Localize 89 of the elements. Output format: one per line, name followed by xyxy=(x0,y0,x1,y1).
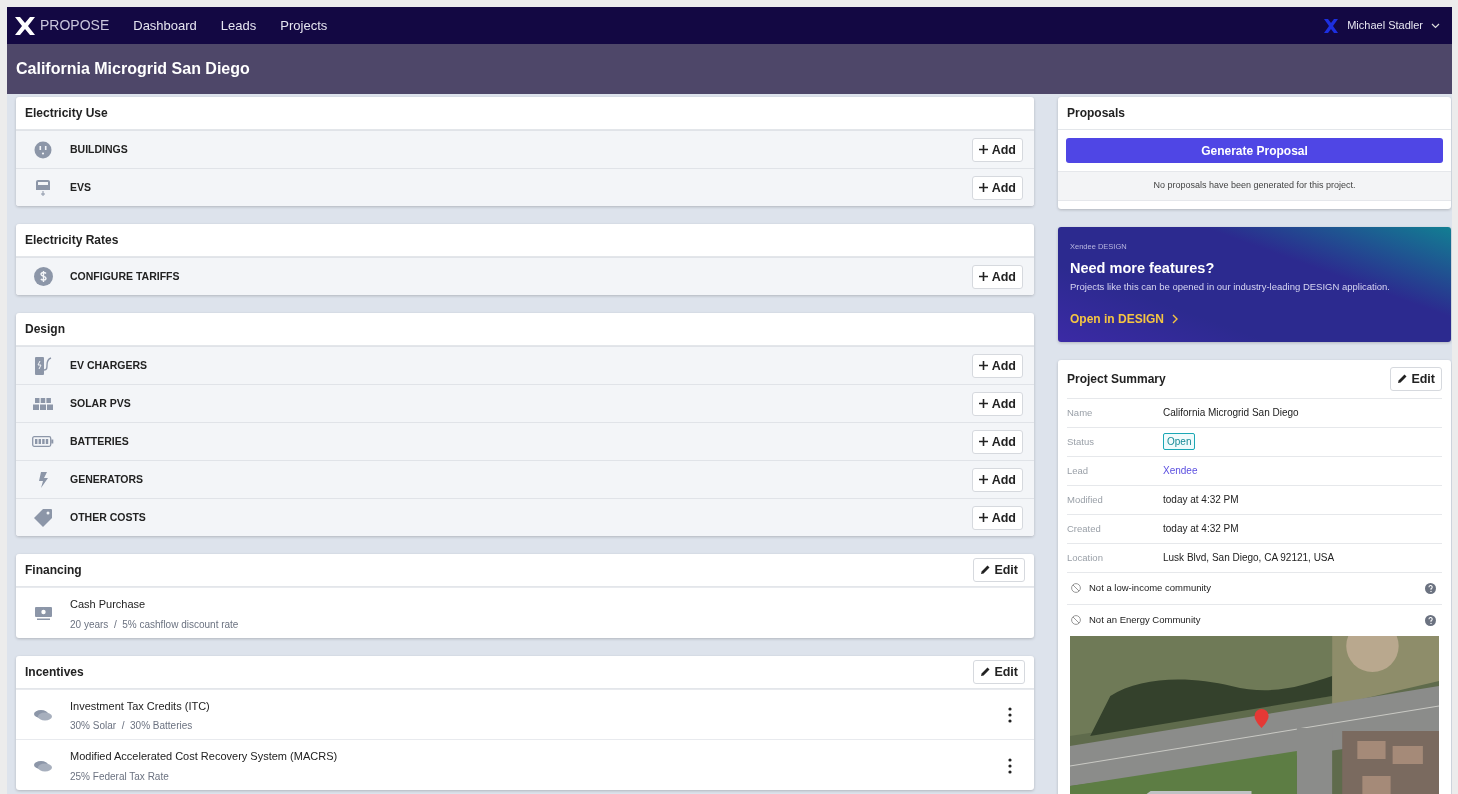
item-title: Modified Accelerated Cost Recovery System (MACRS) xyxy=(70,749,338,764)
add-button[interactable]: Add xyxy=(971,137,1023,162)
more-options-icon[interactable] xyxy=(1008,707,1012,724)
edit-button[interactable]: Edit xyxy=(1390,366,1442,391)
row-label: BUILDINGS xyxy=(70,141,128,157)
caret-icon[interactable] xyxy=(1431,22,1440,29)
add-button[interactable]: Add xyxy=(971,353,1023,378)
row-label: CONFIGURE TARIFFS xyxy=(70,268,180,284)
user-name[interactable]: Michael Stadler xyxy=(1347,17,1423,34)
item-title: Cash Purchase xyxy=(70,597,147,612)
chevron-right-icon xyxy=(1172,313,1178,324)
tag-icon xyxy=(33,507,53,528)
user-avatar-icon xyxy=(1323,17,1340,34)
section-title: Proposals xyxy=(1067,105,1126,122)
add-button[interactable]: Add xyxy=(971,505,1023,530)
add-button[interactable]: Add xyxy=(971,264,1023,289)
page-title: California Microgrid San Diego xyxy=(16,59,250,79)
pencil-icon xyxy=(980,565,991,575)
field-value: today at 4:32 PM xyxy=(1163,522,1239,537)
outlet-icon xyxy=(34,140,52,159)
row-label: BATTERIES xyxy=(70,433,129,449)
field-value: California Microgrid San Diego xyxy=(1163,406,1299,421)
row-label: SOLAR PVS xyxy=(70,395,131,411)
pencil-icon xyxy=(980,666,991,677)
section-title: Electricity Use xyxy=(25,105,108,122)
row-label: OTHER COSTS xyxy=(70,509,146,525)
add-button[interactable]: Add xyxy=(971,391,1023,416)
plus-icon xyxy=(978,145,988,154)
ev-charger-icon xyxy=(34,355,52,376)
ban-icon xyxy=(1071,615,1081,626)
nav-link[interactable]: Dashboard xyxy=(133,15,197,36)
field-label: Modified xyxy=(1067,492,1104,507)
nav-link[interactable]: Leads xyxy=(220,15,257,36)
plus-icon xyxy=(978,272,988,281)
field-label: Status xyxy=(1067,434,1095,449)
field-label: Lead xyxy=(1067,463,1090,478)
field-value: today at 4:32 PM xyxy=(1163,493,1239,508)
field-label: Name xyxy=(1067,405,1094,420)
community-status: Not an Energy Community xyxy=(1089,613,1201,628)
plus-icon xyxy=(978,183,988,192)
help-icon[interactable] xyxy=(1425,614,1436,626)
row-label: EVS xyxy=(70,179,91,195)
plus-icon xyxy=(978,437,988,446)
cash-icon xyxy=(34,606,52,621)
status-badge: Open xyxy=(1163,433,1196,451)
field-label: Created xyxy=(1067,521,1102,536)
add-button[interactable]: Add xyxy=(971,467,1023,492)
section-title: Electricity Rates xyxy=(25,232,119,249)
lightning-bolt-icon xyxy=(38,471,48,488)
plus-icon xyxy=(978,513,988,522)
open-design-link[interactable]: Open in DESIGN xyxy=(1070,309,1178,328)
field-label: Location xyxy=(1067,550,1104,565)
item-subtitle: 25% Federal Tax Rate xyxy=(70,769,170,784)
community-status: Not a low-income community xyxy=(1089,581,1211,596)
edit-button[interactable]: Edit xyxy=(973,558,1025,582)
row-label: EV CHARGERS xyxy=(70,357,147,373)
help-icon[interactable] xyxy=(1425,582,1436,594)
car-icon xyxy=(35,178,51,197)
pencil-icon xyxy=(1397,373,1408,384)
edit-button[interactable]: Edit xyxy=(973,659,1025,684)
promo-title: Need more features? xyxy=(1070,258,1216,278)
nav-link[interactable]: Projects xyxy=(280,15,328,36)
field-value: Lusk Blvd, San Diego, CA 92121, USA xyxy=(1163,551,1335,566)
coins-icon xyxy=(34,709,52,722)
generate-proposal-button[interactable]: Generate Proposal xyxy=(1066,138,1443,163)
add-button[interactable]: Add xyxy=(971,175,1023,200)
coins-icon xyxy=(34,759,52,772)
section-title: Incentives xyxy=(25,663,84,681)
promo-text: Projects like this can be opened in our industry-leading DESIGN application. xyxy=(1070,279,1391,294)
section-title: Financing xyxy=(25,562,82,579)
item-title: Investment Tax Credits (ITC) xyxy=(70,698,210,714)
brand-name: PROPOSE xyxy=(40,16,110,35)
section-title: Design xyxy=(25,321,65,338)
item-subtitle: 20 years / 5% cashflow discount rate xyxy=(70,617,239,632)
add-button[interactable]: Add xyxy=(971,429,1023,454)
plus-icon xyxy=(978,399,988,408)
row-label: GENERATORS xyxy=(70,471,144,487)
section-title: Project Summary xyxy=(1067,370,1166,388)
empty-message: No proposals have been generated for this project. xyxy=(1153,180,1356,190)
ban-icon xyxy=(1071,583,1081,594)
logo-icon xyxy=(14,15,36,36)
lead-link[interactable]: Xendee xyxy=(1163,463,1198,479)
dollar-icon xyxy=(33,267,53,286)
more-options-icon[interactable] xyxy=(1008,757,1012,774)
plus-icon xyxy=(978,475,988,484)
battery-icon xyxy=(32,436,54,447)
item-subtitle: 30% Solar / 30% Batteries xyxy=(70,719,194,733)
solar-panel-icon xyxy=(33,396,53,411)
plus-icon xyxy=(978,361,988,370)
